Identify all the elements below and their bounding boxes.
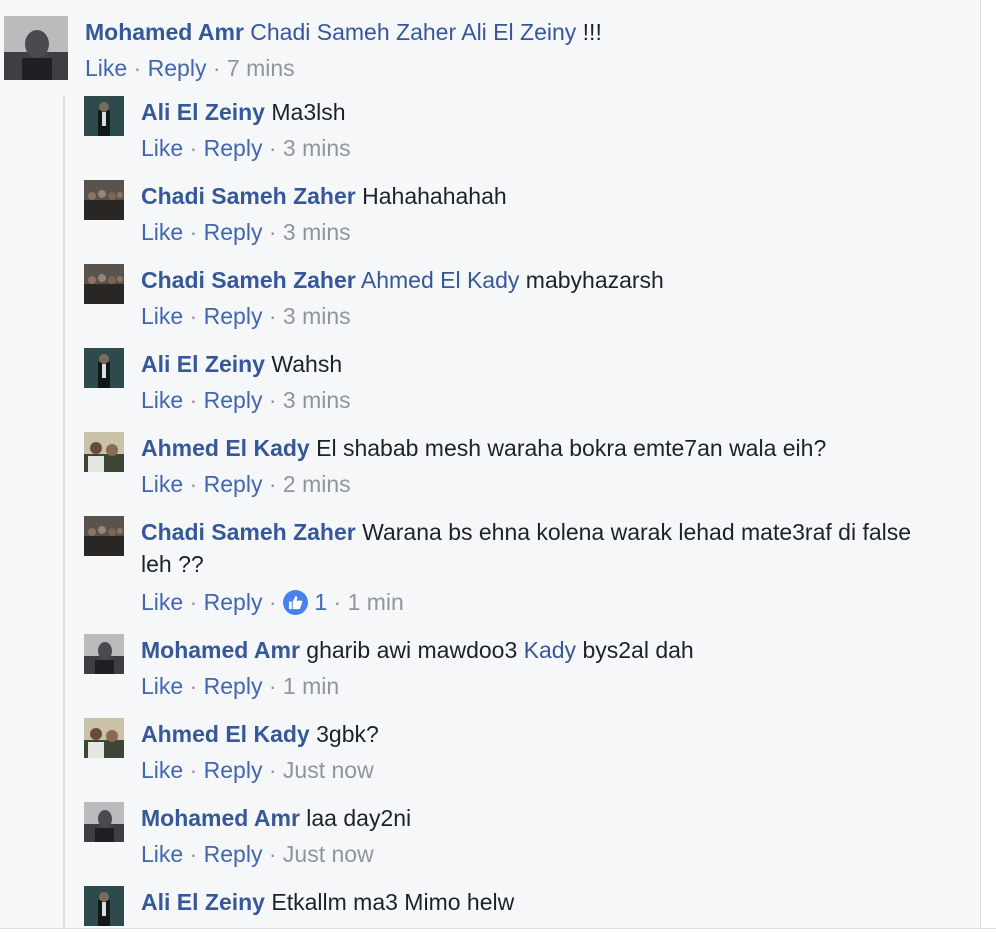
reply-button[interactable]: Reply [204,135,263,161]
separator: · [127,55,148,81]
separator: · [262,757,283,783]
comment-text: Wahsh [271,351,343,377]
comment-text: mabyhazarsh [525,267,664,293]
reply-button[interactable]: Reply [204,757,263,783]
separator: · [183,387,204,413]
comment-author[interactable]: Mohamed Amr [141,637,300,663]
reply-button[interactable]: Reply [204,471,263,497]
comment-author[interactable]: Ali El Zeiny [141,889,265,915]
avatar-chadi-sameh-zaher[interactable] [84,264,124,304]
separator: · [327,589,348,615]
comment-text: laa day2ni [306,805,412,831]
like-button[interactable]: Like [141,219,183,245]
separator: · [183,219,204,245]
comment-timestamp[interactable]: 7 mins [227,55,295,81]
separator: · [183,841,204,867]
comment-author[interactable]: Chadi Sameh Zaher [141,267,356,293]
reply-button[interactable]: Reply [204,303,263,329]
top-comment: Mohamed Amr Chadi Sameh Zaher Ali El Zei… [4,16,964,86]
separator: · [262,219,283,245]
like-button[interactable]: Like [141,135,183,161]
avatar-ali-el-zeiny[interactable] [84,886,124,926]
separator: · [183,303,204,329]
comment-timestamp[interactable]: 3 mins [283,135,351,161]
separator: · [183,757,204,783]
comment-timestamp[interactable]: 3 mins [283,219,351,245]
comment-mention[interactable]: Ahmed El Kady [361,267,520,293]
panel-bottom-edge [0,928,996,932]
comment-timestamp[interactable]: 3 mins [283,303,351,329]
comment-thread: Mohamed Amr Chadi Sameh Zaher Ali El Zei… [0,0,980,932]
comment-author[interactable]: Ahmed El Kady [141,435,310,461]
avatar-chadi-sameh-zaher[interactable] [84,180,124,220]
scrollbar-track[interactable] [980,0,996,932]
like-button[interactable]: Like [141,673,183,699]
avatar-mohamed-amr[interactable] [84,802,124,842]
like-button[interactable]: Like [85,55,127,81]
separator: · [262,589,283,615]
comment-author[interactable]: Ahmed El Kady [141,721,310,747]
thumbs-up-icon[interactable] [282,590,308,615]
comment-author[interactable]: Ali El Zeiny [141,351,265,377]
separator: · [262,387,283,413]
avatar-mohamed-amr[interactable] [84,634,124,674]
separator: · [262,135,283,161]
comment-timestamp[interactable]: 1 min [348,589,404,615]
comment-text: 3gbk? [316,721,379,747]
comment-author[interactable]: Mohamed Amr [85,19,244,45]
comment-author[interactable]: Chadi Sameh Zaher [141,519,356,545]
separator: · [183,135,204,161]
separator: · [262,841,283,867]
comment-mention[interactable]: Kady [524,637,576,663]
comment-author[interactable]: Mohamed Amr [141,805,300,831]
like-button[interactable]: Like [141,841,183,867]
comment-body: Mohamed Amr Chadi Sameh Zaher Ali El Zei… [85,16,602,84]
avatar-ahmed-el-kady[interactable] [84,718,124,758]
reply-button[interactable]: Reply [204,219,263,245]
comment-timestamp[interactable]: Just now [283,757,374,783]
reply-button[interactable]: Reply [204,589,263,615]
comment-timestamp[interactable]: 3 mins [283,387,351,413]
comment-text: El shabab mesh waraha bokra emte7an wala… [316,435,827,461]
avatar-chadi-sameh-zaher[interactable] [84,516,124,556]
reply-button[interactable]: Reply [204,841,263,867]
separator: · [262,673,283,699]
like-button[interactable]: Like [141,589,183,615]
reaction-count[interactable]: 1 [314,589,327,615]
comment-author[interactable]: Chadi Sameh Zaher [141,183,356,209]
comment-timestamp[interactable]: 1 min [283,673,339,699]
comment-mention[interactable]: Chadi Sameh Zaher Ali El Zeiny [250,19,576,45]
comment-timestamp[interactable]: Just now [283,841,374,867]
comment-author[interactable]: Ali El Zeiny [141,99,265,125]
comment-text: Ma3lsh [271,99,346,125]
comment-text: Hahahahahah [362,183,507,209]
separator: · [183,589,204,615]
avatar-mohamed-amr[interactable] [4,16,68,80]
like-button[interactable]: Like [141,471,183,497]
comment-text: gharib awi mawdoo3 [306,637,518,663]
like-button[interactable]: Like [141,387,183,413]
separator: · [183,471,204,497]
reply-button[interactable]: Reply [148,55,207,81]
comment-text: !!! [576,19,602,45]
like-button[interactable]: Like [141,757,183,783]
comment-text: bys2al dah [582,637,694,663]
separator: · [262,303,283,329]
separator: · [262,471,283,497]
separator: · [183,673,204,699]
reply-button[interactable]: Reply [204,387,263,413]
like-button[interactable]: Like [141,303,183,329]
avatar-ali-el-zeiny[interactable] [84,348,124,388]
avatar-ahmed-el-kady[interactable] [84,432,124,472]
avatar-ali-el-zeiny[interactable] [84,96,124,136]
reply-button[interactable]: Reply [204,673,263,699]
comment-timestamp[interactable]: 2 mins [283,471,351,497]
comment-text: Etkallm ma3 Mimo helw [271,889,515,915]
reply-thread-line [63,96,65,932]
separator: · [206,55,227,81]
comment-actions: Like · Reply · 7 mins [85,52,602,84]
